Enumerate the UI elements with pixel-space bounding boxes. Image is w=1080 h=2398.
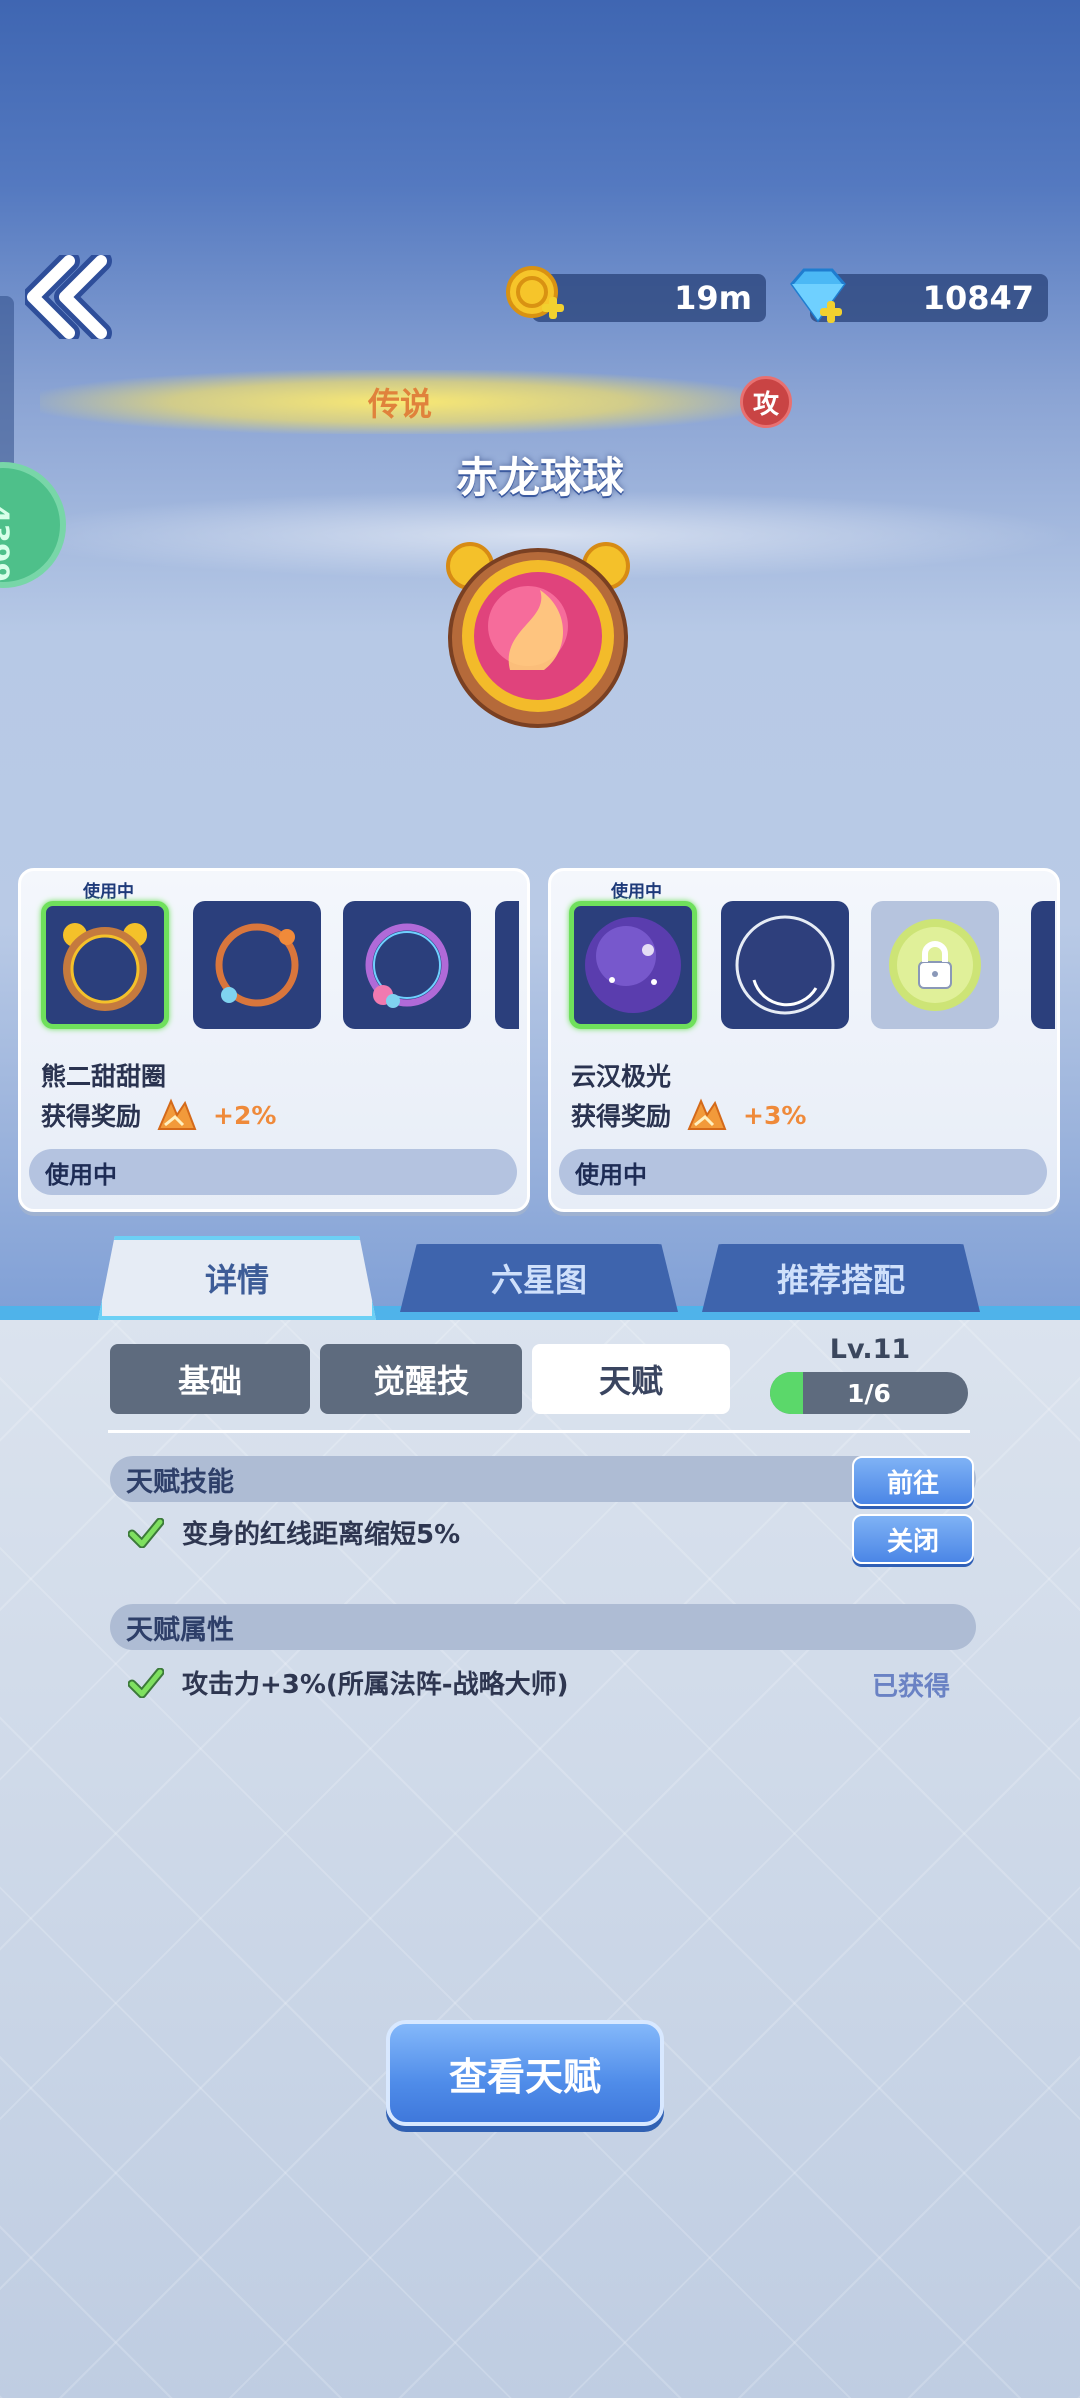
talent-skill-header: 天赋技能 bbox=[110, 1456, 976, 1502]
level-progress-bar: 1/6 bbox=[770, 1372, 968, 1414]
tab-recommend[interactable]: 推荐搭配 bbox=[702, 1244, 980, 1312]
orb-skin-card: 使用中 云汉极光 获得奖励 +3% 使用中 bbox=[548, 868, 1060, 1212]
skin-slot-galaxy-aurora[interactable] bbox=[569, 901, 697, 1029]
skin-status-bar: 使用中 bbox=[559, 1149, 1047, 1195]
talent-attr-text: 攻击力+3%(所属法阵-战略大师) bbox=[182, 1670, 569, 1700]
reward-buff-icon bbox=[157, 1098, 197, 1130]
check-icon bbox=[128, 1667, 164, 1698]
obtained-status: 已获得 bbox=[872, 1672, 951, 1702]
bubble-orb-icon bbox=[735, 915, 835, 1015]
skin-status-bar: 使用中 bbox=[29, 1149, 517, 1195]
close-button[interactable]: 关闭 bbox=[852, 1514, 974, 1564]
double-chevron-left-icon bbox=[25, 255, 112, 339]
reward-label: 获得奖励 bbox=[571, 1102, 672, 1131]
back-button[interactable] bbox=[22, 252, 118, 342]
attack-type-badge: 攻 bbox=[740, 376, 792, 428]
talent-skill-text: 变身的红线距离缩短5% bbox=[182, 1520, 461, 1550]
skin-slot-bear-donut[interactable] bbox=[41, 901, 169, 1029]
view-talent-button[interactable]: 查看天赋 bbox=[386, 2020, 664, 2126]
talent-skill-item: 变身的红线距离缩短5% bbox=[128, 1514, 460, 1551]
flower-ring-icon bbox=[365, 923, 449, 1008]
rarity-banner: 传说 bbox=[40, 370, 760, 434]
gold-coin-add-icon[interactable] bbox=[504, 264, 568, 328]
go-button[interactable]: 前往 bbox=[852, 1456, 974, 1506]
bear-ring-icon bbox=[63, 923, 147, 1011]
tab-hexagram[interactable]: 六星图 bbox=[400, 1244, 678, 1312]
reward-buff-icon bbox=[687, 1098, 727, 1130]
talent-attr-header: 天赋属性 bbox=[110, 1604, 976, 1650]
in-use-tag: 使用中 bbox=[83, 882, 134, 902]
skin-slot-koi-ring[interactable] bbox=[193, 901, 321, 1029]
skin-slot-flower-ring[interactable] bbox=[343, 901, 471, 1029]
skin-slot-locked[interactable] bbox=[871, 901, 999, 1029]
skin-name: 熊二甜甜圈 bbox=[41, 1062, 167, 1091]
divider bbox=[108, 1430, 970, 1433]
subtab-basic[interactable]: 基础 bbox=[110, 1344, 310, 1414]
reward-label: 获得奖励 bbox=[41, 1102, 142, 1131]
koi-ring-icon bbox=[215, 923, 299, 1007]
skin-slot-bubble-orb[interactable] bbox=[721, 901, 849, 1029]
check-icon bbox=[128, 1517, 164, 1548]
skin-slot-more[interactable] bbox=[1031, 901, 1055, 1029]
diamond-add-icon[interactable] bbox=[786, 264, 850, 328]
level-progress-text: 1/6 bbox=[847, 1378, 891, 1408]
reward-value: +3% bbox=[743, 1100, 807, 1130]
character-avatar[interactable] bbox=[440, 530, 636, 730]
reward-value: +2% bbox=[213, 1100, 277, 1130]
frame-skin-card: 使用中 熊二甜甜圈 获得奖励 +2% 使用中 bbox=[18, 868, 530, 1212]
subtab-awaken-skill[interactable]: 觉醒技 bbox=[320, 1344, 522, 1414]
reward-row: 获得奖励 +3% bbox=[571, 1095, 806, 1135]
character-name: 赤龙球球 bbox=[455, 453, 624, 502]
talent-attr-item: 攻击力+3%(所属法阵-战略大师) bbox=[128, 1664, 568, 1701]
in-use-tag: 使用中 bbox=[611, 882, 662, 902]
level-label: Lv.11 bbox=[829, 1334, 911, 1365]
rarity-label: 传说 bbox=[367, 385, 432, 423]
subtab-talent[interactable]: 天赋 bbox=[532, 1344, 730, 1414]
reward-row: 获得奖励 +2% bbox=[41, 1095, 276, 1135]
galaxy-orb-icon bbox=[585, 917, 681, 1013]
tab-details[interactable]: 详情 bbox=[98, 1236, 376, 1320]
skin-name: 云汉极光 bbox=[571, 1062, 672, 1091]
skin-slot-more[interactable] bbox=[495, 901, 519, 1029]
lock-icon bbox=[889, 919, 981, 1011]
